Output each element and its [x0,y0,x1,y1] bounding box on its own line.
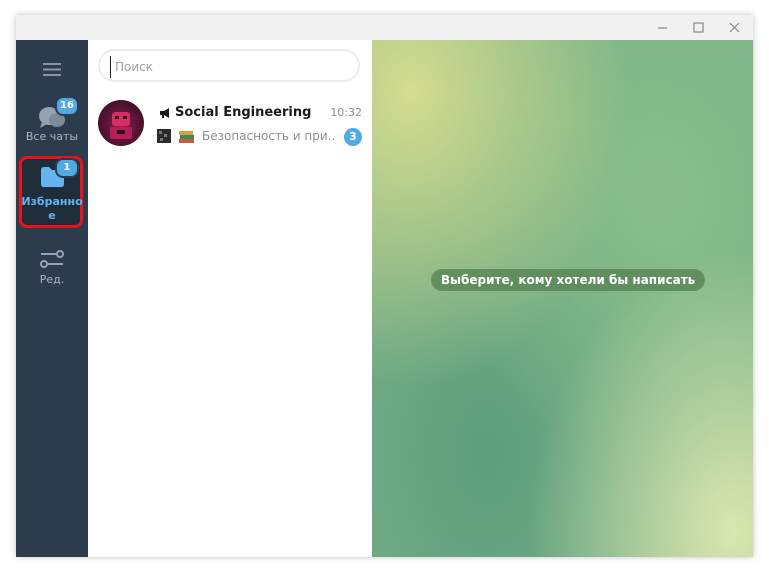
unread-badge: 3 [344,128,362,146]
folder-unread-badge: 16 [55,96,79,116]
chat-time: 10:32 [330,106,362,119]
chat-preview-text: Безопасность и при... [202,129,336,143]
chat-title: Social Engineering [158,105,311,120]
folders-sidebar: 16 Все чаты 1 Избранно е Ред. [16,40,88,557]
minimize-button[interactable] [644,15,680,40]
chat-list-panel: Social Engineering 10:32 Безопасность и … [88,40,372,557]
folder-all-chats[interactable]: 16 Все чаты [16,96,88,152]
chat-title-text: Social Engineering [175,105,312,120]
telegram-window: 16 Все чаты 1 Избранно е Ред. Поиск Soci… [16,15,753,557]
search-box[interactable] [98,49,360,82]
main-menu-button[interactable] [38,60,66,80]
folder-favorites[interactable]: 1 Избранно е [16,155,88,233]
search-input[interactable] [110,56,353,78]
minimize-icon [657,27,667,29]
empty-chat-message: Выберите, кому хотели бы написать [431,269,706,291]
maximize-icon [692,22,704,33]
robot-avatar-icon [110,112,132,139]
close-icon [729,22,739,33]
maximize-button[interactable] [680,15,716,40]
folder-edit[interactable]: Ред. [16,245,88,295]
close-button[interactable] [716,15,752,40]
film-frame-icon [157,129,171,143]
sliders-icon [40,250,64,268]
folder-label-line2: е [48,209,56,222]
books-icon [179,131,194,143]
folder-label: Ред. [39,273,65,286]
chat-area: Выберите, кому хотели бы написать [372,40,753,557]
folder-label-line1: Избранно [21,195,83,208]
title-bar [16,15,753,40]
megaphone-icon [160,107,169,118]
chat-list-item[interactable]: Social Engineering 10:32 Безопасность и … [88,87,372,157]
folder-label: Все чаты [25,130,79,143]
avatar [98,100,144,146]
hamburger-icon [43,63,61,76]
chat-preview: Безопасность и при... [156,128,336,144]
folder-unread-badge: 1 [55,158,79,178]
